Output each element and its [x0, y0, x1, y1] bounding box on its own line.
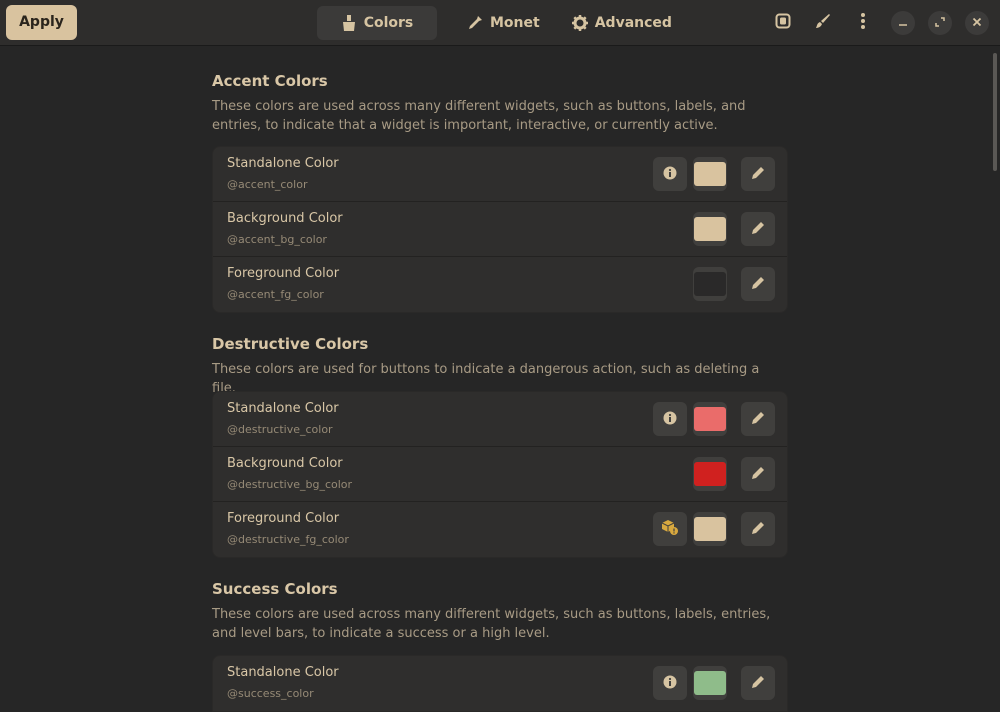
edit-button[interactable]: [741, 512, 775, 546]
row-variable: @accent_color: [227, 178, 308, 191]
color-swatch-button[interactable]: [693, 512, 727, 546]
info-icon: [663, 674, 677, 693]
tab-label: Advanced: [594, 15, 672, 31]
row-variable: @destructive_bg_color: [227, 478, 353, 491]
tab-label: Monet: [490, 15, 540, 31]
maximize-icon: [935, 16, 945, 30]
color-swatch-button[interactable]: [693, 402, 727, 436]
color-swatch: [694, 517, 726, 541]
row-title: Foreground Color: [227, 511, 340, 526]
warning-package-icon: [661, 519, 679, 539]
row-variable: @destructive_fg_color: [227, 533, 349, 546]
info-button[interactable]: [653, 157, 687, 191]
preview-button[interactable]: [768, 8, 798, 38]
pencil-icon: [751, 520, 765, 539]
color-swatch-button[interactable]: [693, 267, 727, 301]
view-switcher: Colors Monet Advanced: [317, 6, 686, 40]
list-row: Foreground Color @destructive_fg_color: [213, 502, 787, 557]
pencil-icon: [751, 465, 765, 484]
info-button[interactable]: [653, 666, 687, 700]
color-swatch: [694, 217, 726, 241]
brush-icon: [341, 15, 357, 31]
list-row: Foreground Color @accent_fg_color: [213, 257, 787, 312]
row-title: Background Color: [227, 456, 343, 471]
section-title: Destructive Colors: [212, 335, 369, 353]
row-title: Standalone Color: [227, 665, 339, 680]
color-swatch-button[interactable]: [693, 212, 727, 246]
list-row: Standalone Color @accent_color: [213, 147, 787, 202]
section-description: These colors are used across many differ…: [212, 607, 771, 641]
color-swatch-button[interactable]: [693, 157, 727, 191]
color-swatch: [694, 407, 726, 431]
edit-button[interactable]: [741, 212, 775, 246]
tab-advanced[interactable]: Advanced: [558, 6, 686, 40]
edit-button[interactable]: [741, 402, 775, 436]
minimize-icon: [898, 16, 908, 30]
eyedropper-icon: [467, 15, 483, 31]
scrollbar[interactable]: [993, 53, 997, 171]
color-swatch: [694, 462, 726, 486]
edit-button[interactable]: [741, 267, 775, 301]
section-title: Success Colors: [212, 580, 338, 598]
minimize-button[interactable]: [891, 11, 915, 35]
tab-monet[interactable]: Monet: [453, 6, 554, 40]
destructive-colors-list: Standalone Color @destructive_color Back…: [212, 391, 788, 558]
row-variable: @success_color: [227, 687, 314, 700]
list-row: Standalone Color @destructive_color: [213, 392, 787, 447]
pencil-icon: [751, 165, 765, 184]
section-title: Accent Colors: [212, 72, 328, 90]
tab-colors[interactable]: Colors: [317, 6, 437, 40]
row-variable: @destructive_color: [227, 423, 333, 436]
row-title: Foreground Color: [227, 266, 340, 281]
edit-button[interactable]: [741, 157, 775, 191]
apply-button[interactable]: Apply: [6, 5, 77, 40]
list-row: Background Color @destructive_bg_color: [213, 447, 787, 502]
row-title: Background Color: [227, 211, 343, 226]
theme-button[interactable]: [808, 8, 838, 38]
info-button[interactable]: [653, 402, 687, 436]
accent-colors-list: Standalone Color @accent_color Backgroun…: [212, 146, 788, 313]
list-row: Background Color @accent_bg_color: [213, 202, 787, 257]
list-row: Standalone Color @success_color: [213, 656, 787, 711]
pencil-icon: [751, 674, 765, 693]
section-description: These colors are used across many differ…: [212, 99, 746, 133]
row-variable: @accent_bg_color: [227, 233, 327, 246]
color-swatch-button[interactable]: [693, 666, 727, 700]
gear-icon: [571, 15, 588, 31]
kebab-menu-icon: [860, 12, 866, 34]
info-icon: [663, 165, 677, 184]
main-menu-button[interactable]: [848, 8, 878, 38]
pencil-icon: [751, 220, 765, 239]
pencil-icon: [751, 410, 765, 429]
color-swatch: [694, 272, 726, 296]
color-swatch-button[interactable]: [693, 457, 727, 491]
color-swatch: [694, 162, 726, 186]
pencil-icon: [751, 275, 765, 294]
info-icon: [663, 410, 677, 429]
close-icon: [972, 16, 982, 30]
success-colors-list: Standalone Color @success_color: [212, 655, 788, 712]
row-variable: @accent_fg_color: [227, 288, 324, 301]
header-bar: Apply Colors Monet Advanced: [0, 0, 1000, 46]
contrast-warning-button[interactable]: [653, 512, 687, 546]
tab-label: Colors: [363, 15, 414, 31]
edit-button[interactable]: [741, 666, 775, 700]
maximize-button[interactable]: [928, 11, 952, 35]
close-button[interactable]: [965, 11, 989, 35]
row-title: Standalone Color: [227, 401, 339, 416]
paintbrush-icon: [815, 13, 831, 33]
edit-button[interactable]: [741, 457, 775, 491]
row-title: Standalone Color: [227, 156, 339, 171]
color-swatch: [694, 671, 726, 695]
preview-icon: [775, 13, 791, 33]
